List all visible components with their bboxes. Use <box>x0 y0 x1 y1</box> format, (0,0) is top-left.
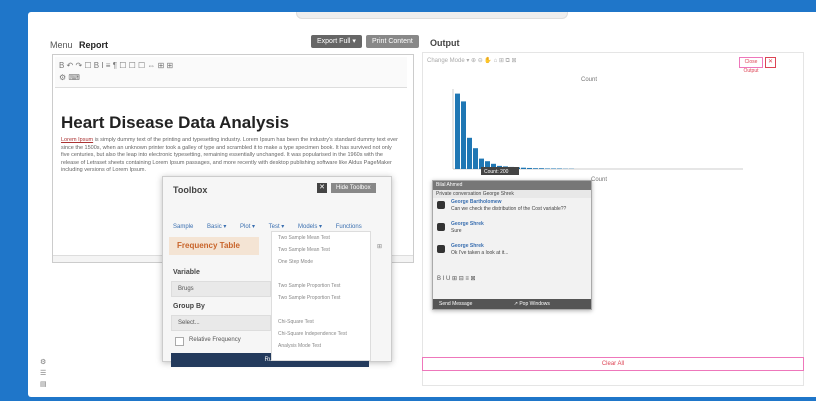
menu-item[interactable] <box>272 268 370 280</box>
app-window: Menu Report Export Full ▾ Print Content … <box>28 12 816 397</box>
menu-item[interactable]: Chi-Square Test <box>272 316 370 328</box>
menu-item[interactable]: Two Sample Proportion Test <box>272 280 370 292</box>
relative-frequency-checkbox[interactable] <box>175 337 184 346</box>
histogram-bar[interactable] <box>551 168 556 169</box>
document-body[interactable]: Lorem Ipsum is simply dummy text of the … <box>61 137 401 175</box>
chat-text: Ok I've taken a look at it... <box>451 250 509 256</box>
chat-author[interactable]: George Shrek <box>451 243 484 249</box>
chat-author[interactable]: George Shrek <box>451 221 484 227</box>
menu-item[interactable]: Two Sample Mean Test <box>272 232 370 244</box>
toolbox-tabs: Sample Basic ▾ Plot ▾ Test ▾ Models ▾ Fu… <box>173 223 383 230</box>
histogram-bar[interactable] <box>539 168 544 169</box>
chat-message: George Shrek Sure <box>433 220 591 242</box>
menu-item[interactable]: Analysis Mode Test <box>272 340 370 352</box>
relative-frequency-label: Relative Frequency <box>189 337 241 343</box>
bars-group <box>455 93 574 169</box>
chat-text: Can we check the distribution of the Cos… <box>451 206 567 212</box>
chat-author[interactable]: George Bartholomew <box>451 199 502 205</box>
breadcrumb-root[interactable]: Menu <box>50 40 73 50</box>
histogram-bar[interactable] <box>473 148 478 169</box>
menu-item[interactable]: One Step Mode <box>272 256 370 268</box>
tab-functions[interactable]: Functions <box>336 224 362 230</box>
menu-item[interactable]: Two Sample Proportion Test <box>272 292 370 304</box>
tooltip-text: Count: 200 <box>484 169 509 175</box>
print-button[interactable]: Print Content <box>366 35 419 48</box>
output-title: Output <box>430 38 460 48</box>
histogram-bar[interactable] <box>455 93 460 169</box>
analysis-title: Frequency Table <box>169 237 259 255</box>
chat-footer: Send Message ↗ Pop Windows <box>433 299 591 309</box>
tab-sample[interactable]: Sample <box>173 224 193 230</box>
grid-icon[interactable]: ▤ <box>40 379 47 390</box>
histogram-bar[interactable] <box>461 101 466 169</box>
breadcrumb-current: Report <box>79 40 109 50</box>
gear-icon[interactable]: ⚙ <box>40 357 47 368</box>
document-text: is simply dummy text of the printing and… <box>61 137 398 173</box>
tab-test[interactable]: Test ▾ <box>269 224 285 230</box>
group-by-label: Group By <box>173 303 205 310</box>
close-icon[interactable]: ✕ <box>765 57 776 68</box>
test-dropdown-menu: Two Sample Mean Test Two Sample Mean Tes… <box>271 231 371 361</box>
top-notch <box>296 12 568 19</box>
chat-window: Bilal Ahmed Private conversation George … <box>432 180 592 310</box>
histogram-bar[interactable] <box>533 168 538 169</box>
toolbar-row-1[interactable]: B ↶ ↷ ☐ B I ≡ ¶ ☐ ☐ ☐ ⇔ ⊞ ⊞ <box>55 57 407 70</box>
histogram-bar[interactable] <box>467 137 472 169</box>
chat-header[interactable]: Bilal Ahmed <box>433 181 591 190</box>
menu-item[interactable]: Chi-Square Independence Test <box>272 328 370 340</box>
menu-item[interactable] <box>272 304 370 316</box>
histogram-bar[interactable] <box>527 167 532 169</box>
document-lead: Lorem Ipsum <box>61 137 94 143</box>
export-button[interactable]: Export Full ▾ <box>311 35 362 48</box>
histogram-chart[interactable]: Count Count: 200 Count <box>431 71 751 183</box>
chat-format-toolbar[interactable]: B I U ⊞ ⊟ ≡ ⊠ <box>437 275 476 282</box>
pop-windows-button[interactable]: ↗ Pop Windows <box>514 301 550 307</box>
chat-message: George Shrek Ok I've taken a look at it.… <box>433 242 591 264</box>
side-tool-icons: ⚙ ☰ ▤ <box>40 357 47 390</box>
tab-plot[interactable]: Plot ▾ <box>240 224 255 230</box>
tab-basic[interactable]: Basic ▾ <box>207 224 226 230</box>
avatar <box>437 223 445 231</box>
toolbar-row-2[interactable]: ⚙ ⌨ <box>55 70 407 82</box>
variable-select[interactable]: Brugs <box>171 281 271 297</box>
send-message-button[interactable]: Send Message <box>439 301 472 307</box>
breadcrumb: Menu Report <box>50 40 108 50</box>
group-by-select[interactable]: Select... <box>171 315 271 331</box>
clear-all-button[interactable]: Clear All <box>422 357 804 371</box>
close-output-button[interactable]: Close Output <box>739 57 763 74</box>
variable-label: Variable <box>173 269 200 276</box>
toolbox-panel: Toolbox ✕ Hide Toolbox Sample Basic ▾ Pl… <box>162 176 392 367</box>
x-axis-label: Count <box>591 177 607 183</box>
chart-title: Count <box>581 77 597 83</box>
histogram-bar[interactable] <box>557 168 562 169</box>
scroll-icon[interactable]: ⊞ <box>377 243 382 250</box>
toolbox-title: Toolbox <box>173 185 208 195</box>
tab-models[interactable]: Models ▾ <box>298 224 322 230</box>
avatar <box>437 245 445 253</box>
hide-toolbox-button[interactable]: Hide Toolbox <box>331 183 376 193</box>
close-icon[interactable]: ✕ <box>317 183 327 193</box>
chat-text: Sure <box>451 228 462 234</box>
menu-item[interactable]: Two Sample Mean Test <box>272 244 370 256</box>
avatar <box>437 201 445 209</box>
chat-message: George Bartholomew Can we check the dist… <box>433 198 591 220</box>
document-title: Heart Disease Data Analysis <box>61 113 290 132</box>
chat-subheader: Private conversation George Shrek <box>433 190 591 198</box>
menu-icon[interactable]: ☰ <box>40 368 47 379</box>
histogram-bar[interactable] <box>521 167 526 169</box>
editor-toolbar: B ↶ ↷ ☐ B I ≡ ¶ ☐ ☐ ☐ ⇔ ⊞ ⊞ ⚙ ⌨ <box>55 57 407 88</box>
histogram-bar[interactable] <box>545 168 550 169</box>
